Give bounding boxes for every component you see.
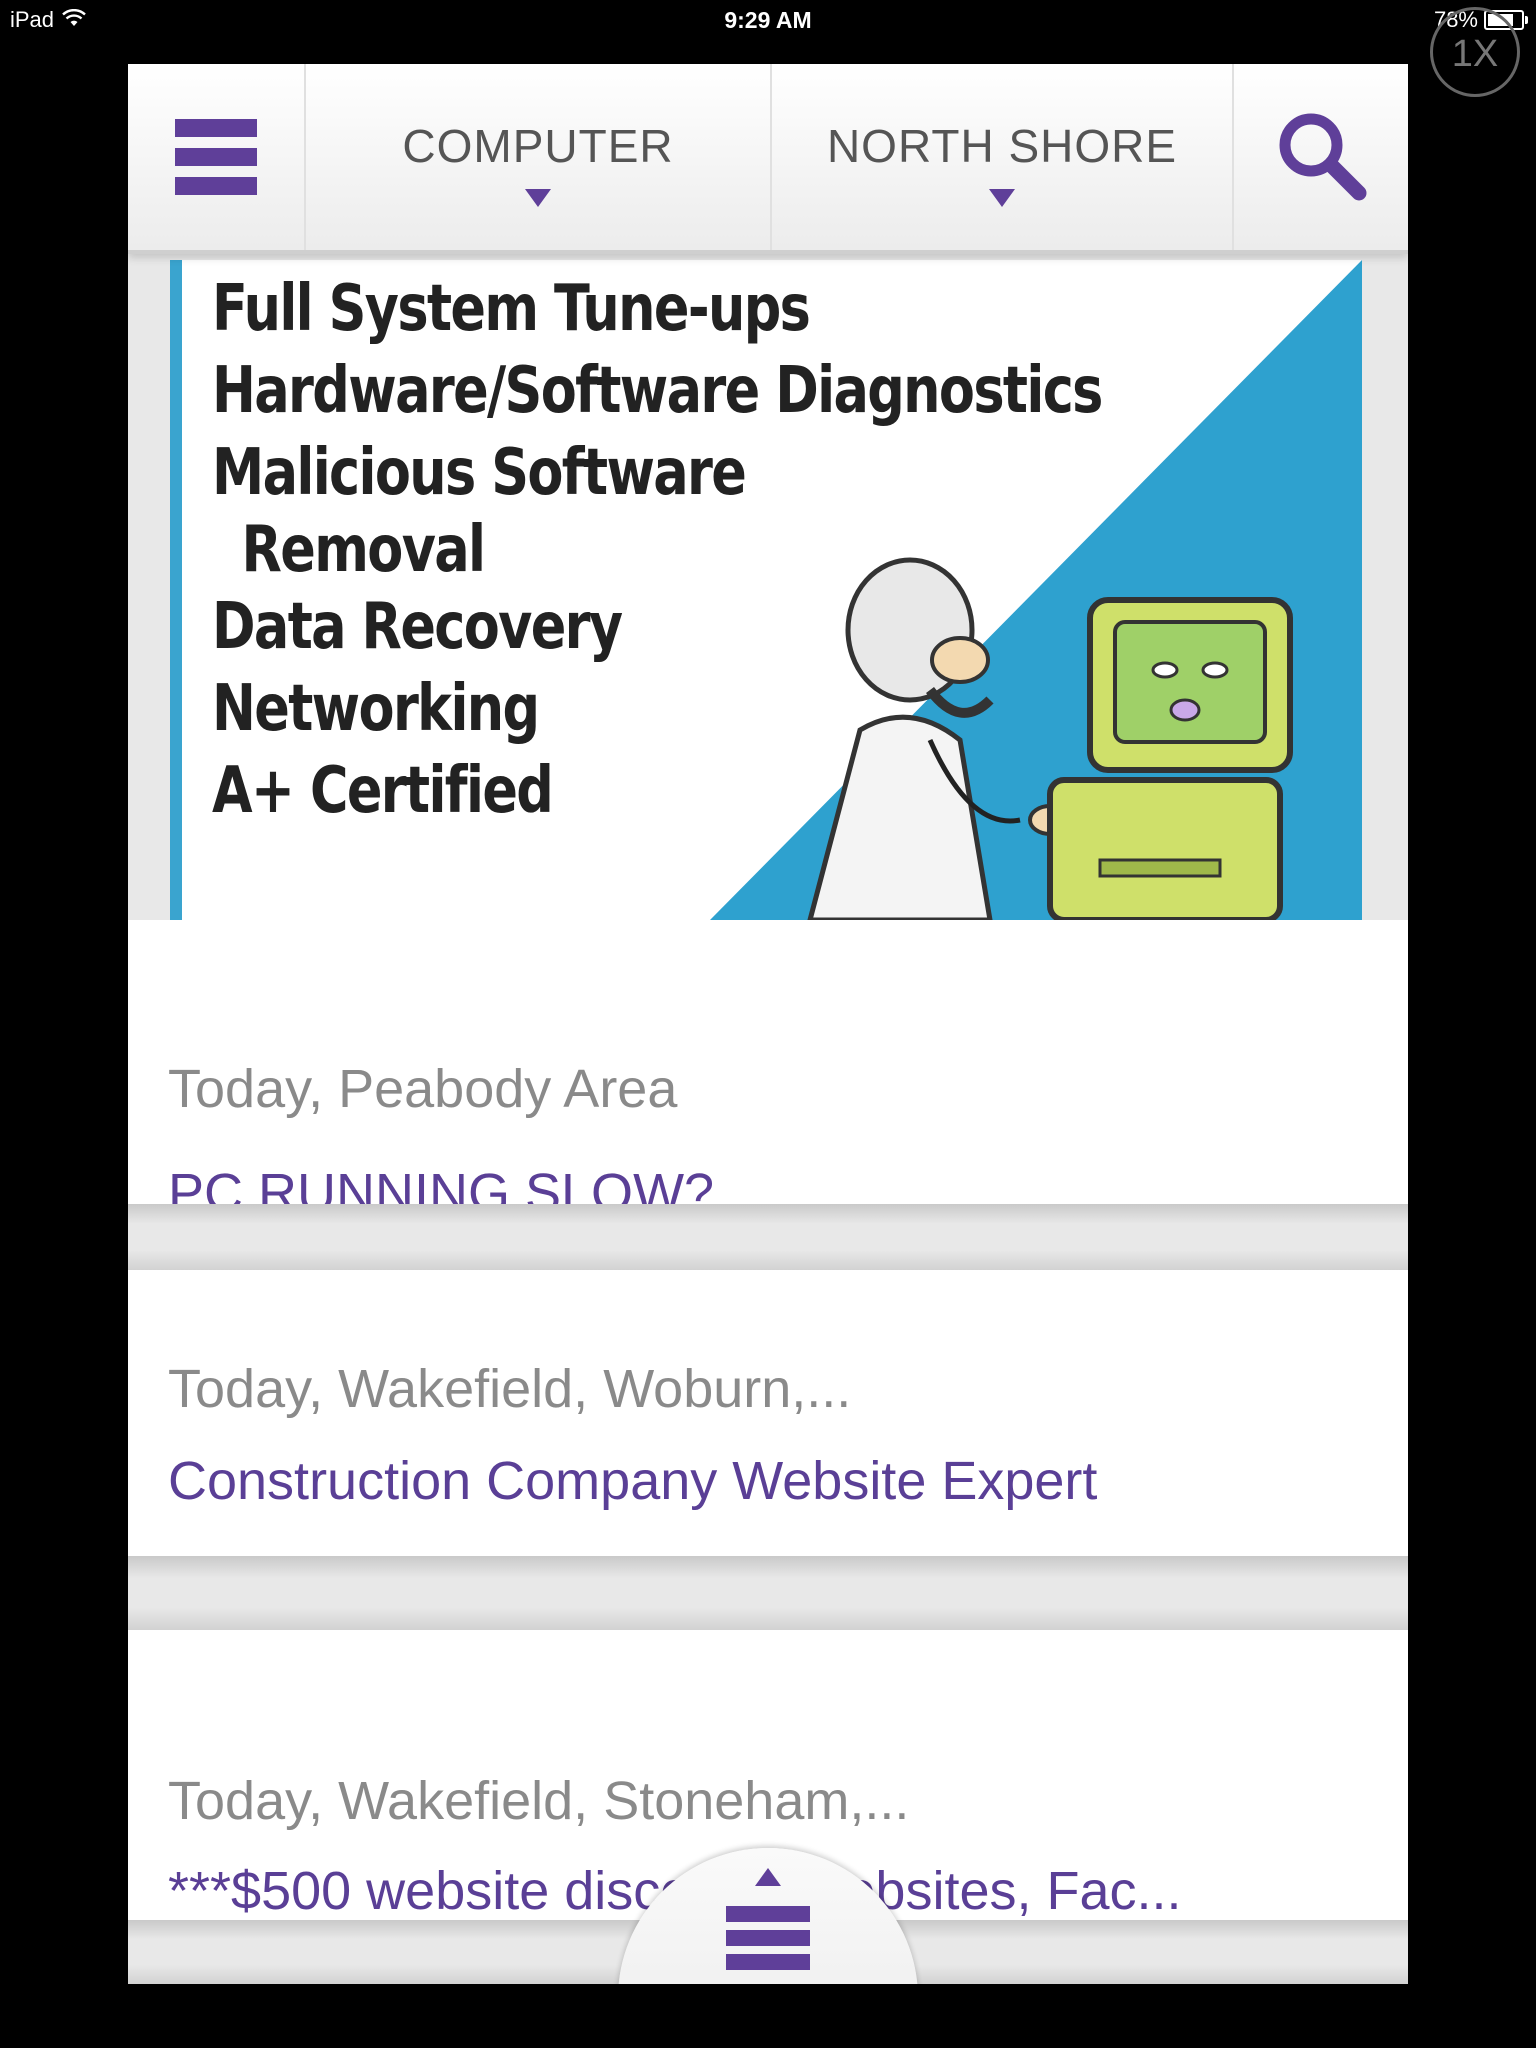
divider — [128, 1556, 1408, 1630]
listing-card[interactable]: Today, Wakefield, Woburn,... Constructio… — [128, 1270, 1408, 1556]
listing-meta: Today, Wakefield, Woburn,... — [168, 1359, 852, 1419]
listing-meta: Today, Wakefield, Stoneham,... — [168, 1771, 910, 1831]
menu-bar — [175, 119, 257, 137]
listing-title[interactable]: Construction Company Website Expert — [168, 1450, 1368, 1512]
zoom-badge[interactable]: 1X — [1430, 7, 1520, 97]
status-bar: iPad 9:29 AM 78% — [0, 0, 1536, 40]
search-button[interactable] — [1234, 64, 1408, 250]
location-label: NORTH SHORE — [826, 120, 1178, 172]
menu-bar — [175, 177, 257, 195]
list-bar — [726, 1954, 810, 1970]
top-nav: COMPUTER NORTH SHORE — [128, 64, 1408, 254]
category-dropdown[interactable]: COMPUTER — [306, 64, 772, 250]
list-icon — [726, 1906, 810, 1978]
menu-icon — [175, 119, 257, 195]
ad-line: Hardware/Software Diagnostics — [212, 354, 1103, 428]
chevron-down-icon — [525, 189, 551, 207]
status-time: 9:29 AM — [724, 7, 812, 33]
listing-meta: Today, Peabody Area — [168, 1059, 678, 1119]
listing-ad-image[interactable]: Full System Tune-ups Hardware/Software D… — [170, 260, 1362, 920]
ad-line: Removal — [241, 513, 487, 587]
menu-bar — [175, 148, 257, 166]
ad-line: Data Recovery — [212, 590, 623, 664]
location-dropdown[interactable]: NORTH SHORE — [772, 64, 1234, 250]
list-bar — [726, 1906, 810, 1922]
ad-line: Full System Tune-ups — [212, 272, 811, 346]
ad-text-block: Full System Tune-ups Hardware/Software D… — [212, 268, 1297, 832]
ad-line: Malicious Software — [212, 436, 747, 510]
ad-line: Networking — [212, 672, 540, 746]
app-window: COMPUTER NORTH SHORE Full System Tune-up… — [128, 64, 1408, 1984]
menu-button[interactable] — [128, 64, 306, 250]
chevron-up-icon — [755, 1868, 781, 1886]
search-icon — [1279, 113, 1367, 201]
category-label: COMPUTER — [402, 120, 674, 172]
chevron-down-icon — [989, 189, 1015, 207]
list-bar — [726, 1930, 810, 1946]
ad-line: A+ Certified — [212, 754, 554, 828]
divider — [128, 1204, 1408, 1270]
